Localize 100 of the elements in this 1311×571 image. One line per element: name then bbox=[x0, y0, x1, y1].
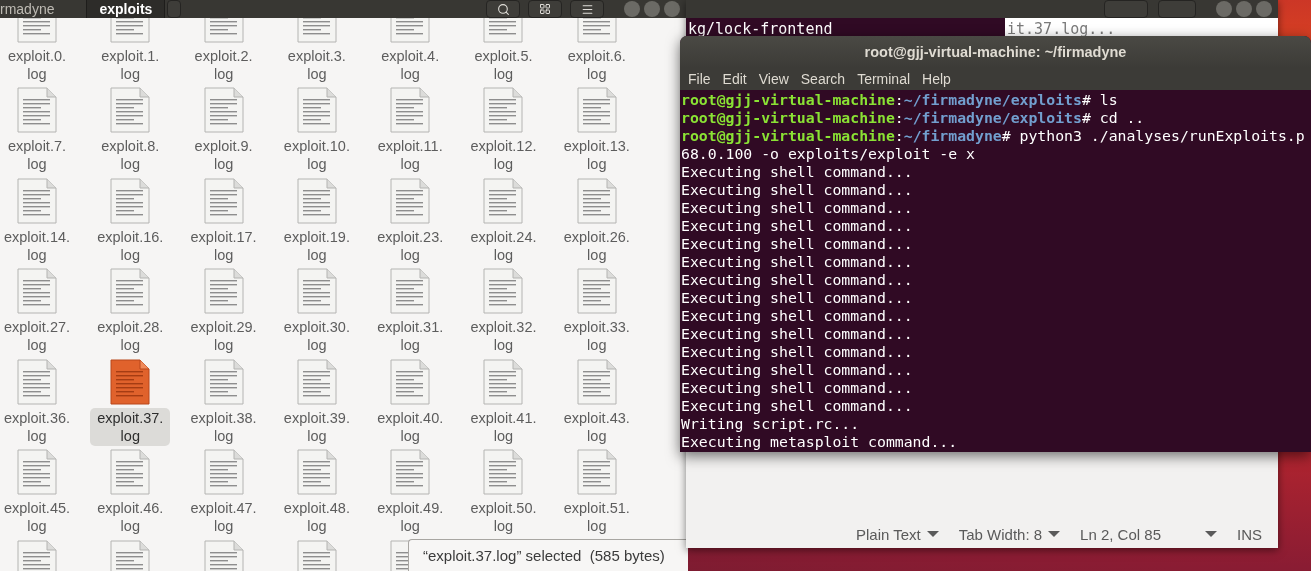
document-icon bbox=[203, 358, 244, 405]
document-item[interactable]: exploit.32. log bbox=[463, 268, 544, 355]
menu-item[interactable]: Help bbox=[916, 71, 957, 87]
terminal-line: Executing shell command... bbox=[680, 307, 914, 325]
document-item[interactable]: exploit.51. log bbox=[556, 449, 637, 536]
document-item[interactable]: exploit.17. log bbox=[183, 177, 264, 265]
document-item[interactable]: exploit.28. log bbox=[90, 268, 171, 355]
document-item[interactable]: exploit.14. log bbox=[0, 177, 77, 265]
terminal-line: root@gjj-virtual-machine:~/firmadyne# python3 ./analyses/runExploits.p bbox=[680, 127, 1306, 145]
document-item[interactable]: exploit.41. log bbox=[463, 358, 544, 446]
breadcrumb-button[interactable]: exploits bbox=[86, 0, 166, 18]
document-item[interactable]: exploit.45. log bbox=[0, 449, 77, 536]
close-button[interactable] bbox=[1256, 1, 1272, 17]
maximize-button[interactable] bbox=[644, 1, 660, 17]
document-item[interactable]: exploit.6. log bbox=[556, 18, 637, 84]
maximize-button[interactable] bbox=[1236, 1, 1252, 17]
terminal-line: 68.0.100 -o exploits/exploit -e x bbox=[680, 145, 976, 163]
document-item[interactable]: exploit.1. log bbox=[90, 18, 171, 84]
forward-button[interactable] bbox=[167, 0, 182, 18]
document-item[interactable]: exploit.27. log bbox=[0, 268, 77, 355]
document-item[interactable]: exploit.33. log bbox=[556, 268, 637, 355]
menu-item[interactable]: Search bbox=[794, 71, 852, 87]
minimize-button[interactable] bbox=[1216, 1, 1232, 17]
view-button[interactable] bbox=[528, 0, 562, 18]
document-item[interactable]: exploit.7. log bbox=[0, 87, 77, 174]
status-item: INS bbox=[1237, 525, 1262, 543]
terminal-line: kg/lock-frontend bbox=[687, 19, 834, 40]
document-icon bbox=[483, 358, 524, 405]
document-icon bbox=[576, 87, 617, 133]
terminal-line: Executing shell command... bbox=[680, 343, 914, 361]
document-item[interactable]: exploit.37. log bbox=[90, 358, 171, 446]
document-item[interactable]: exploit.36. log bbox=[0, 358, 77, 446]
document-item[interactable]: exploit.3. log bbox=[276, 18, 357, 84]
menu-item[interactable]: View bbox=[752, 71, 795, 87]
document-item[interactable]: exploit.26. log bbox=[556, 177, 637, 265]
terminal-line: Executing shell command... bbox=[680, 289, 914, 307]
document-item[interactable]: exploit.9. log bbox=[183, 87, 264, 174]
document-item[interactable]: exploit.30. log bbox=[276, 268, 357, 355]
caret-icon bbox=[926, 531, 939, 537]
document-item[interactable]: exploit.4. log bbox=[370, 18, 451, 84]
document-item[interactable]: exploit.39. log bbox=[276, 358, 357, 446]
document-item[interactable]: exploit.40. log bbox=[370, 358, 451, 446]
document-item[interactable]: exploit.50. log bbox=[463, 449, 544, 536]
document-item[interactable]: exploit.48. log bbox=[276, 449, 357, 536]
document-icon bbox=[110, 449, 151, 495]
window-title: root@gjj-virtual-machine: ~/firmadyne bbox=[864, 44, 1127, 60]
document-icon bbox=[203, 268, 244, 314]
terminal-line: Executing shell command... bbox=[680, 199, 914, 217]
minimize-button[interactable] bbox=[624, 1, 640, 17]
document-icon bbox=[576, 449, 617, 495]
document-icon bbox=[296, 177, 337, 224]
document-icon bbox=[576, 268, 617, 314]
document-item[interactable]: exploit.38. log bbox=[183, 358, 264, 446]
document-item[interactable]: exploit.2. log bbox=[183, 18, 264, 84]
menu-button[interactable] bbox=[570, 0, 604, 18]
document-icon bbox=[390, 268, 431, 314]
menu-icon bbox=[580, 2, 594, 16]
status-item[interactable]: Tab Width: 8 bbox=[958, 525, 1061, 543]
document-item[interactable]: exploit.24. log bbox=[463, 177, 544, 265]
document-item[interactable]: exploit.0. log bbox=[0, 18, 77, 84]
document-item[interactable]: exploit.11. log bbox=[370, 87, 451, 174]
document-icon bbox=[17, 177, 57, 224]
document-item[interactable]: exploit.10. log bbox=[276, 87, 357, 174]
document-icon bbox=[110, 177, 151, 224]
status-item[interactable]: Ln 2, Col 85 bbox=[1080, 525, 1217, 543]
caret-icon bbox=[1205, 531, 1217, 537]
menu-item[interactable]: File bbox=[682, 71, 717, 87]
document-item[interactable]: exploit.47. log bbox=[183, 449, 264, 536]
document-icon bbox=[483, 177, 524, 224]
document-item[interactable]: exploit.8. log bbox=[90, 87, 171, 174]
document-item[interactable]: exploit.49. log bbox=[370, 449, 451, 536]
grid-icon bbox=[539, 3, 551, 15]
document-item[interactable]: exploit.23. log bbox=[370, 177, 451, 265]
document-item[interactable]: exploit.31. log bbox=[370, 268, 451, 355]
document-item[interactable]: exploit.29. log bbox=[183, 268, 264, 355]
document-item[interactable]: exploit.43. log bbox=[556, 358, 637, 446]
document-icon bbox=[203, 177, 244, 224]
document-item[interactable]: exploit.19. log bbox=[276, 177, 357, 265]
document-icon bbox=[17, 268, 57, 314]
menu-item[interactable]: Edit bbox=[716, 71, 753, 87]
document-item[interactable]: exploit.5. log bbox=[463, 18, 544, 84]
status-item[interactable]: Plain Text bbox=[855, 525, 939, 543]
document-item[interactable]: exploit.16. log bbox=[90, 177, 171, 265]
terminal-line: Executing shell command... bbox=[680, 271, 914, 289]
caret-icon bbox=[1048, 531, 1061, 537]
document-icon bbox=[390, 449, 431, 495]
breadcrumb-button[interactable]: rmadyne bbox=[0, 0, 67, 18]
menu-item[interactable]: Terminal bbox=[851, 71, 917, 87]
terminal-line: root@gjj-virtual-machine:~/firmadyne/exploits# ls bbox=[680, 91, 1119, 109]
terminal-line: Executing metasploit command... bbox=[680, 433, 959, 451]
terminal-line: Executing shell command... bbox=[680, 379, 914, 397]
document-icon bbox=[390, 358, 431, 405]
document-item[interactable]: exploit.46. log bbox=[90, 449, 171, 536]
close-button[interactable] bbox=[664, 1, 680, 17]
document-icon bbox=[296, 449, 337, 495]
search-button[interactable] bbox=[486, 0, 520, 18]
toolbar-button[interactable] bbox=[1104, 0, 1148, 18]
terminal-line: Executing shell command... bbox=[680, 361, 914, 379]
document-item[interactable]: exploit.13. log bbox=[556, 87, 637, 174]
document-item[interactable]: exploit.12. log bbox=[463, 87, 544, 174]
